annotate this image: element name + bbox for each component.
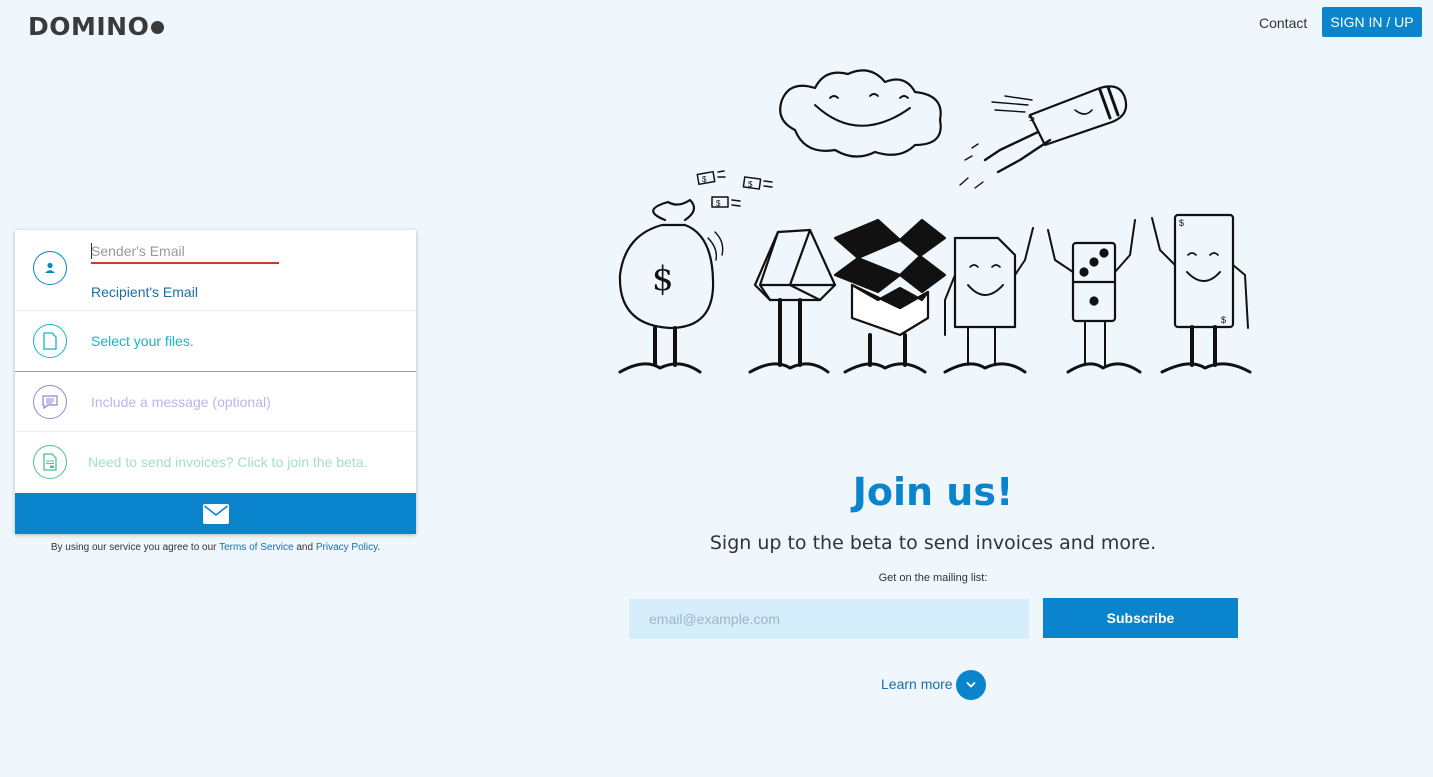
join-subtitle: Sign up to the beta to send invoices and… [709, 532, 1157, 554]
chevron-down-icon [966, 682, 976, 688]
subscribe-button[interactable]: Subscribe [1043, 598, 1238, 638]
select-files-label[interactable]: Select your files. [91, 333, 194, 349]
learn-more-button[interactable] [956, 670, 986, 700]
terms-notice: By using our service you agree to our Te… [15, 542, 416, 553]
terms-and: and [296, 542, 314, 553]
privacy-policy-link[interactable]: Privacy Policy [316, 542, 378, 553]
cloud-mascot [779, 69, 942, 158]
svg-text:$: $ [1221, 315, 1226, 325]
svg-text:$: $ [652, 259, 674, 299]
mailing-email-input[interactable] [629, 599, 1029, 639]
terms-prefix: By using our service you agree to our [50, 542, 217, 553]
email-row: Recipient's Email [15, 230, 416, 311]
contact-link[interactable]: Contact [1259, 15, 1307, 31]
join-title: Join us! [852, 470, 1014, 514]
svg-text:$: $ [748, 180, 753, 189]
svg-text:$: $ [1179, 218, 1184, 228]
terms-suffix: . [377, 542, 381, 553]
user-icon [33, 251, 67, 285]
logo-dot [151, 21, 165, 34]
recipient-email-input[interactable]: Recipient's Email [91, 284, 198, 300]
envelope-icon [202, 503, 229, 524]
invoice-icon [33, 445, 67, 479]
mascots-illustration: $ $ $ $ $ $ $ [618, 69, 1252, 374]
domino-mascot [1047, 219, 1142, 374]
svg-text:$: $ [1027, 112, 1037, 124]
files-row[interactable]: Select your files. [15, 311, 416, 372]
logo-text: DOMINO [28, 12, 150, 41]
logo[interactable]: DOMINO [28, 12, 165, 41]
drive-mascot [748, 228, 837, 374]
svg-text:$: $ [716, 199, 721, 208]
message-input[interactable]: Include a message (optional) [91, 394, 271, 410]
file-mascot [943, 227, 1034, 374]
flying-money: $ $ $ [696, 170, 773, 208]
text-cursor [91, 243, 92, 259]
learn-more-link[interactable]: Learn more [881, 676, 953, 692]
send-button[interactable] [15, 493, 416, 534]
sign-in-button[interactable]: SIGN IN / UP [1322, 7, 1422, 37]
rocket-mascot: $ [959, 85, 1128, 189]
message-icon [33, 385, 67, 419]
terms-of-service-link[interactable]: Terms of Service [219, 542, 293, 553]
invoice-row[interactable]: Need to send invoices? Click to join the… [15, 432, 416, 492]
mailing-list-label: Get on the mailing list: [878, 572, 988, 584]
transfer-form: Recipient's Email Select your files. Inc… [15, 230, 416, 534]
dropbox-mascot [833, 218, 947, 374]
sender-email-input[interactable] [91, 240, 279, 264]
message-row[interactable]: Include a message (optional) [15, 372, 416, 432]
file-icon [33, 324, 67, 358]
join-beta-link[interactable]: Need to send invoices? Click to join the… [88, 454, 367, 470]
svg-text:$: $ [702, 175, 707, 184]
money-bag-mascot: $ [618, 198, 724, 374]
big-domino-mascot: $ $ [1151, 213, 1252, 374]
